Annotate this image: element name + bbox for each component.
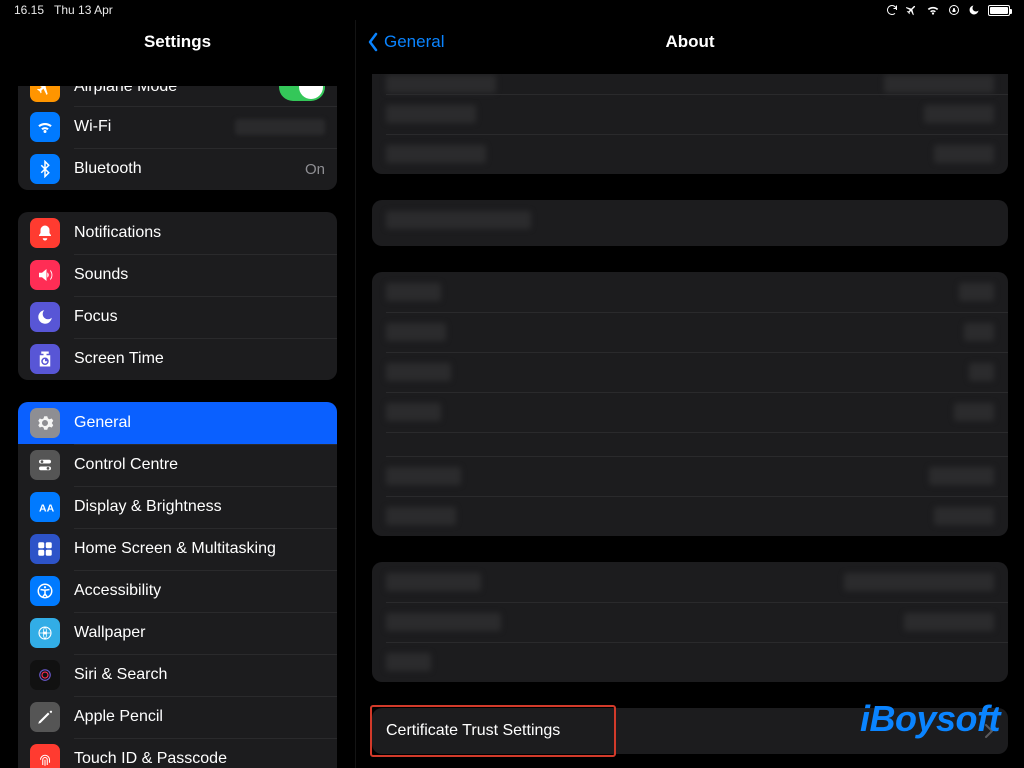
about-row-redacted[interactable]: [372, 456, 1008, 496]
notifications-icon: [30, 218, 60, 248]
sidebar-item-sounds[interactable]: Sounds: [18, 254, 337, 296]
about-row-redacted[interactable]: [372, 272, 1008, 312]
touch-id-icon: [30, 744, 60, 768]
control-centre-icon: [30, 450, 60, 480]
sidebar-title: Settings: [0, 20, 355, 64]
sidebar-group-network: Airplane Mode Wi-Fi Blue: [18, 86, 337, 190]
sidebar-item-label: Display & Brightness: [74, 498, 325, 516]
sidebar-item-wallpaper[interactable]: Wallpaper: [18, 612, 337, 654]
airplane-mode-toggle[interactable]: [279, 86, 325, 101]
sidebar-item-control-centre[interactable]: Control Centre: [18, 444, 337, 486]
sidebar-item-label: General: [74, 414, 325, 432]
sidebar-item-wifi[interactable]: Wi-Fi: [18, 106, 337, 148]
sidebar-item-label: Apple Pencil: [74, 708, 325, 726]
watermark-logo: iBoysoft: [860, 698, 1000, 740]
about-group-4: [372, 562, 1008, 682]
about-group-2: [372, 200, 1008, 246]
sidebar-item-label: Focus: [74, 308, 325, 326]
home-screen-icon: [30, 534, 60, 564]
about-row-redacted[interactable]: [372, 602, 1008, 642]
wifi-icon: [926, 4, 940, 16]
about-row-redacted[interactable]: [372, 642, 1008, 682]
about-row-redacted[interactable]: [372, 94, 1008, 134]
about-row-redacted[interactable]: [372, 496, 1008, 536]
siri-icon: [30, 660, 60, 690]
back-label: General: [384, 32, 444, 52]
about-row-redacted[interactable]: [372, 432, 1008, 456]
sidebar-item-screen-time[interactable]: Screen Time: [18, 338, 337, 380]
sidebar-item-label: Wallpaper: [74, 624, 325, 642]
about-row-redacted[interactable]: [372, 392, 1008, 432]
sidebar-item-siri[interactable]: Siri & Search: [18, 654, 337, 696]
sidebar-item-bluetooth[interactable]: Bluetooth On: [18, 148, 337, 190]
sidebar-group-general: General Control Centre AA Display & Brig…: [18, 402, 337, 768]
display-icon: AA: [30, 492, 60, 522]
sidebar-item-focus[interactable]: Focus: [18, 296, 337, 338]
sync-icon: [886, 4, 898, 16]
status-time: 16.15: [14, 3, 44, 17]
screen-time-icon: [30, 344, 60, 374]
detail-pane: General About: [355, 20, 1024, 768]
sidebar-item-label: Sounds: [74, 266, 325, 284]
about-row-redacted[interactable]: [372, 134, 1008, 174]
airplane-mode-icon: [30, 86, 60, 102]
status-icons: [886, 4, 1010, 16]
status-bar: 16.15 Thu 13 Apr: [0, 0, 1024, 20]
sidebar-item-accessibility[interactable]: Accessibility: [18, 570, 337, 612]
wallpaper-icon: [30, 618, 60, 648]
sidebar-item-label: Wi-Fi: [74, 118, 221, 136]
sidebar-item-notifications[interactable]: Notifications: [18, 212, 337, 254]
about-row-redacted[interactable]: [372, 200, 1008, 240]
detail-nav-bar: General About: [356, 20, 1024, 64]
detail-title: About: [356, 32, 1024, 52]
svg-text:AA: AA: [39, 503, 54, 515]
status-date: Thu 13 Apr: [54, 3, 113, 17]
sidebar-item-general[interactable]: General: [18, 402, 337, 444]
about-row-redacted[interactable]: [372, 562, 1008, 602]
sidebar-item-label: Accessibility: [74, 582, 325, 600]
sidebar-item-label: Touch ID & Passcode: [74, 750, 325, 768]
sidebar-item-airplane-mode[interactable]: Airplane Mode: [18, 86, 337, 106]
dnd-moon-icon: [968, 4, 980, 16]
sidebar-item-touch-id[interactable]: Touch ID & Passcode: [18, 738, 337, 768]
settings-sidebar: Settings Airplane Mode: [0, 20, 355, 768]
back-button[interactable]: General: [356, 32, 444, 52]
orientation-lock-icon: [948, 4, 960, 16]
battery-icon: [988, 5, 1010, 16]
airplane-icon: [906, 4, 918, 16]
general-icon: [30, 408, 60, 438]
accessibility-icon: [30, 576, 60, 606]
sidebar-item-label: Bluetooth: [74, 160, 291, 178]
sidebar-item-label: Home Screen & Multitasking: [74, 540, 325, 558]
about-row-redacted[interactable]: [372, 74, 1008, 94]
sidebar-item-label: Screen Time: [74, 350, 325, 368]
chevron-left-icon: [366, 32, 380, 52]
sidebar-item-home-screen[interactable]: Home Screen & Multitasking: [18, 528, 337, 570]
sidebar-item-value: On: [305, 161, 325, 178]
sidebar-item-display-brightness[interactable]: AA Display & Brightness: [18, 486, 337, 528]
pencil-icon: [30, 702, 60, 732]
wifi-icon: [30, 112, 60, 142]
sidebar-item-apple-pencil[interactable]: Apple Pencil: [18, 696, 337, 738]
about-row-redacted[interactable]: [372, 352, 1008, 392]
sidebar-item-label: Notifications: [74, 224, 325, 242]
redacted-value: [235, 119, 325, 135]
focus-icon: [30, 302, 60, 332]
sounds-icon: [30, 260, 60, 290]
about-group-1: [372, 74, 1008, 174]
sidebar-item-label: Siri & Search: [74, 666, 325, 684]
about-group-3: [372, 272, 1008, 536]
sidebar-item-label: Control Centre: [74, 456, 325, 474]
sidebar-item-label: Airplane Mode: [74, 86, 265, 96]
about-row-redacted[interactable]: [372, 312, 1008, 352]
bluetooth-icon: [30, 154, 60, 184]
sidebar-group-alerts: Notifications Sounds Focus: [18, 212, 337, 380]
